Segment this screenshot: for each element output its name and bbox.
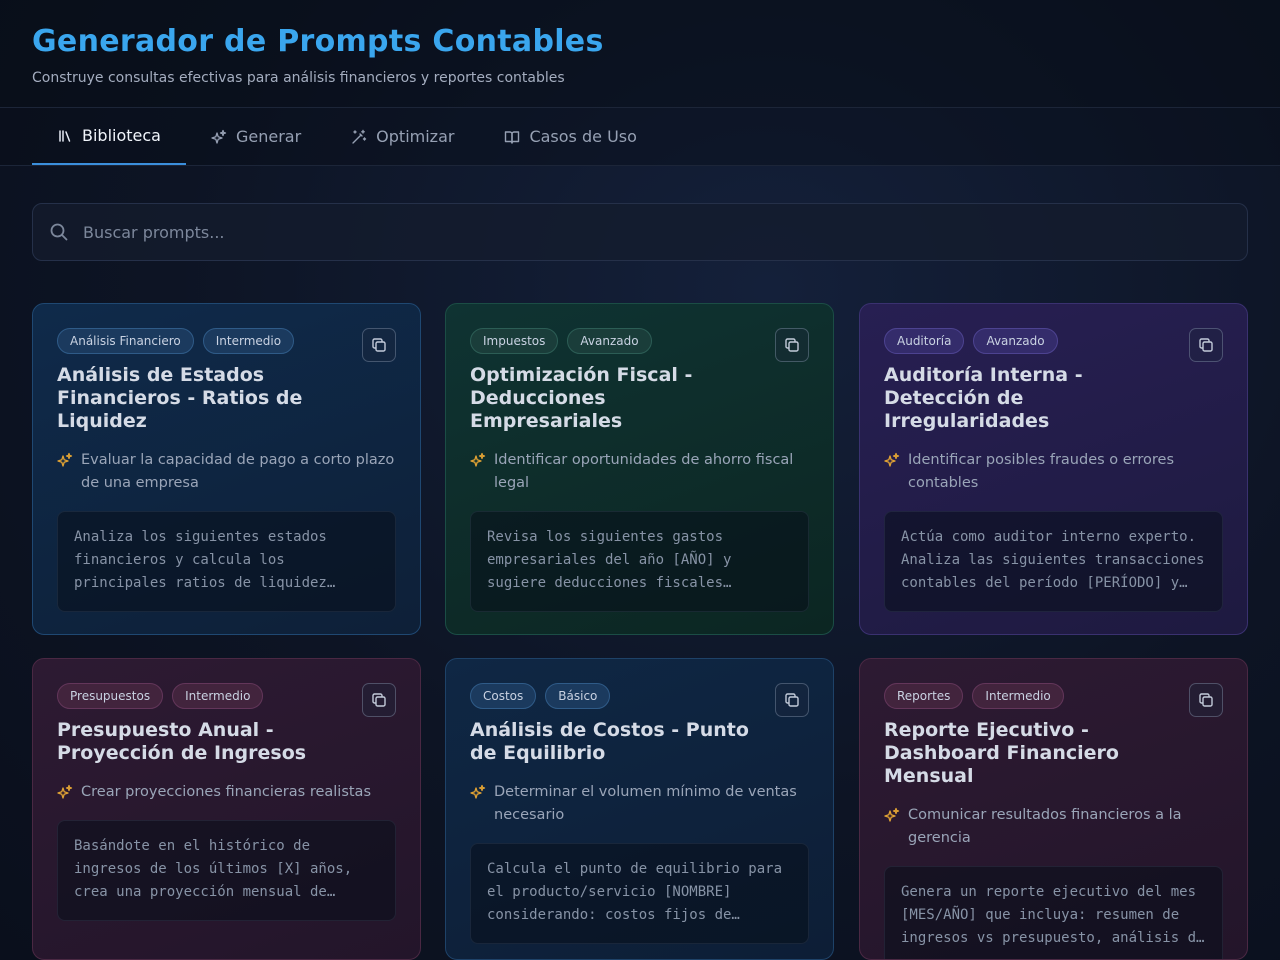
copy-icon <box>785 338 799 352</box>
tab-label: Generar <box>235 127 302 146</box>
category-tag: Análisis Financiero <box>57 328 194 354</box>
search-input[interactable] <box>83 222 1183 242</box>
app-subtitle: Construye consultas efectivas para análi… <box>32 70 565 86</box>
prompt-preview: Calcula el punto de equilibrio para el p… <box>470 843 809 944</box>
tab-optimizar[interactable]: Optimizar <box>326 108 479 165</box>
copy-button[interactable] <box>362 683 396 717</box>
tab-label: Optimizar <box>376 127 455 146</box>
card-title: Análisis de Estados Financieros - Ratios… <box>57 364 303 432</box>
card-objective: Determinar el volumen mínimo de ventas n… <box>470 781 809 827</box>
sparkles-icon <box>884 807 900 822</box>
objective-text: Evaluar la capacidad de pago a corto pla… <box>81 452 395 491</box>
sparkles-icon <box>211 129 227 144</box>
card-objective: Evaluar la capacidad de pago a corto pla… <box>57 449 396 495</box>
objective-text: Determinar el volumen mínimo de ventas n… <box>494 784 797 823</box>
tab-label: Casos de Uso <box>529 127 637 146</box>
tag-list: Reportes Intermedio <box>884 683 1223 709</box>
copy-button[interactable] <box>1189 683 1223 717</box>
prompt-preview: Actúa como auditor interno experto. Anal… <box>884 511 1223 612</box>
card-objective: Crear proyecciones financieras realistas <box>57 781 396 804</box>
tag-list: Costos Básico <box>470 683 809 709</box>
prompt-preview: Genera un reporte ejecutivo del mes [MES… <box>884 866 1223 959</box>
card-objective: Identificar oportunidades de ahorro fisc… <box>470 449 809 495</box>
copy-button[interactable] <box>775 683 809 717</box>
tab-generar[interactable]: Generar <box>186 108 326 165</box>
card-title: Reporte Ejecutivo - Dashboard Financiero… <box>884 719 1119 787</box>
tag-list: Impuestos Avanzado <box>470 328 809 354</box>
category-tag: Presupuestos <box>57 683 164 709</box>
level-tag: Intermedio <box>202 328 295 354</box>
category-tag: Costos <box>470 683 537 709</box>
card-title: Auditoría Interna - Detección de Irregul… <box>884 364 1083 432</box>
copy-icon <box>785 693 799 707</box>
prompt-card[interactable]: Auditoría Avanzado Auditoría Interna - D… <box>859 303 1248 635</box>
category-tag: Impuestos <box>470 328 559 354</box>
prompt-card[interactable]: Reportes Intermedio Reporte Ejecutivo - … <box>859 658 1248 960</box>
library-icon <box>59 129 71 142</box>
level-tag: Básico <box>545 683 611 709</box>
app-title: Generador de Prompts Contables <box>32 24 604 59</box>
tab-biblioteca[interactable]: Biblioteca <box>32 108 186 165</box>
level-tag: Avanzado <box>567 328 652 354</box>
tag-list: Presupuestos Intermedio <box>57 683 396 709</box>
objective-text: Crear proyecciones financieras realistas <box>81 784 371 800</box>
copy-button[interactable] <box>775 328 809 362</box>
sparkles-icon <box>57 784 73 799</box>
sparkles-icon <box>470 452 486 467</box>
card-title: Optimización Fiscal - Deducciones Empres… <box>470 364 693 432</box>
level-tag: Intermedio <box>172 683 264 709</box>
card-objective: Identificar posibles fraudes o errores c… <box>884 449 1223 495</box>
search-icon <box>50 223 68 241</box>
copy-icon <box>372 338 386 352</box>
card-title: Análisis de Costos - Punto de Equilibrio <box>470 719 749 764</box>
category-tag: Auditoría <box>884 328 965 354</box>
card-objective: Comunicar resultados financieros a la ge… <box>884 804 1223 850</box>
copy-button[interactable] <box>362 328 396 362</box>
search-bar <box>32 203 1248 261</box>
sparkles-icon <box>884 452 900 467</box>
sparkles-icon <box>57 452 73 467</box>
wand-icon <box>352 129 367 144</box>
prompt-card[interactable]: Análisis Financiero Intermedio Análisis … <box>32 303 421 635</box>
objective-text: Comunicar resultados financieros a la ge… <box>908 807 1182 846</box>
tag-list: Auditoría Avanzado <box>884 328 1223 354</box>
copy-icon <box>1199 338 1213 352</box>
tag-list: Análisis Financiero Intermedio <box>57 328 396 354</box>
objective-text: Identificar oportunidades de ahorro fisc… <box>494 452 794 491</box>
level-tag: Intermedio <box>972 683 1064 709</box>
prompt-preview: Analiza los siguientes estados financier… <box>57 511 396 612</box>
copy-icon <box>1199 693 1213 707</box>
objective-text: Identificar posibles fraudes o errores c… <box>908 452 1175 491</box>
tab-bar: Biblioteca Generar Optimizar Casos de Us… <box>0 108 1280 166</box>
tab-label: Biblioteca <box>82 126 161 145</box>
copy-icon <box>372 693 386 707</box>
prompt-card[interactable]: Impuestos Avanzado Optimización Fiscal -… <box>445 303 834 635</box>
category-tag: Reportes <box>884 683 964 709</box>
sparkles-icon <box>470 784 486 799</box>
prompt-card[interactable]: Presupuestos Intermedio Presupuesto Anua… <box>32 658 421 960</box>
prompt-preview: Revisa los siguientes gastos empresarial… <box>470 511 809 612</box>
prompt-preview: Basándote en el histórico de ingresos de… <box>57 820 396 921</box>
card-title: Presupuesto Anual - Proyección de Ingres… <box>57 719 307 764</box>
app-header: Generador de Prompts Contables Construye… <box>0 0 1280 108</box>
tab-casos-de-uso[interactable]: Casos de Uso <box>479 108 661 165</box>
book-open-icon <box>505 130 520 144</box>
copy-button[interactable] <box>1189 328 1223 362</box>
level-tag: Avanzado <box>973 328 1058 354</box>
prompt-card[interactable]: Costos Básico Análisis de Costos - Punto… <box>445 658 834 960</box>
